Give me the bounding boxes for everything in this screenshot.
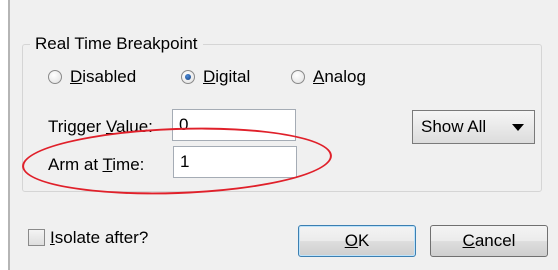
- trigger-value-input[interactable]: [172, 109, 296, 141]
- radio-analog[interactable]: Analog: [291, 64, 366, 90]
- ok-button[interactable]: OK: [298, 225, 416, 257]
- show-all-dropdown[interactable]: Show All: [412, 110, 535, 144]
- dropdown-arrow-icon[interactable]: [512, 124, 524, 131]
- radio-digital[interactable]: Digital: [181, 64, 250, 90]
- radio-digital-label: Digital: [203, 67, 251, 86]
- radio-disabled-label: Disabled: [70, 67, 137, 86]
- arm-at-time-input[interactable]: [173, 146, 297, 178]
- arm-at-time-label: Arm at Time:: [48, 155, 145, 174]
- radio-analog-circle[interactable]: [291, 70, 305, 84]
- isolate-after-label: Isolate after?: [50, 228, 149, 247]
- radio-digital-circle[interactable]: [181, 70, 195, 84]
- radio-disabled[interactable]: Disabled: [48, 64, 136, 90]
- trigger-value-label: Trigger Value:: [48, 117, 153, 136]
- radio-disabled-circle[interactable]: [48, 70, 62, 84]
- isolate-after-checkbox[interactable]: [28, 229, 45, 246]
- cancel-button[interactable]: Cancel: [430, 225, 548, 257]
- show-all-value: Show All: [421, 117, 487, 136]
- radio-analog-label: Analog: [313, 67, 366, 86]
- group-title: Real Time Breakpoint: [30, 33, 203, 55]
